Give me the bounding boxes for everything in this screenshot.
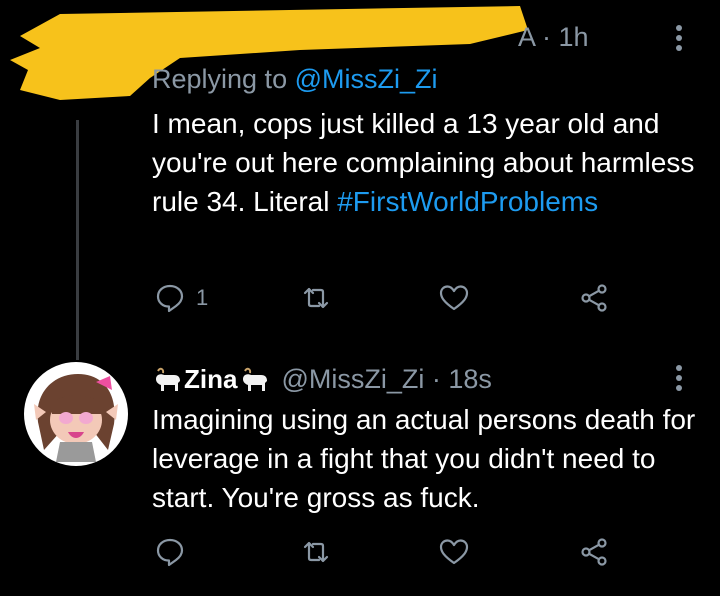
- replying-to: Replying to @MissZi_Zi: [152, 64, 438, 95]
- tweet1-retweet-button[interactable]: [300, 282, 332, 314]
- tweet2-text: Imagining using an actual persons death …: [152, 404, 696, 513]
- tweet2-more-button[interactable]: [668, 362, 690, 398]
- reply-icon: [156, 538, 184, 567]
- avatar[interactable]: [24, 362, 128, 466]
- tweet1-share-button[interactable]: [578, 282, 610, 314]
- heart-icon: [439, 285, 469, 311]
- share-icon: [581, 538, 607, 566]
- reply-icon: [156, 284, 184, 313]
- tweet2-retweet-button[interactable]: [300, 536, 332, 568]
- hashtag-link[interactable]: #FirstWorldProblems: [337, 186, 598, 217]
- share-icon: [581, 284, 607, 312]
- more-vertical-icon: [676, 25, 682, 51]
- retweet-icon: [303, 541, 329, 563]
- replying-handle-link[interactable]: @MissZi_Zi: [295, 64, 438, 94]
- tweet2-share-button[interactable]: [578, 536, 610, 568]
- tweet2-like-button[interactable]: [438, 536, 470, 568]
- goat-icon: [243, 367, 268, 391]
- replying-prefix: Replying to: [152, 64, 295, 94]
- heart-icon: [439, 539, 469, 565]
- tweet2-reply-button[interactable]: [154, 536, 186, 568]
- tweet1-more-button[interactable]: [668, 22, 690, 58]
- handle-time: @MissZi_Zi · 18s: [281, 364, 492, 394]
- retweet-icon: [303, 287, 329, 309]
- tweet1-meta: A · 1h: [518, 22, 589, 52]
- tweet1-reply-button[interactable]: 1: [154, 282, 208, 314]
- goat-icon: [156, 367, 180, 391]
- display-name[interactable]: Zina: [184, 364, 237, 395]
- more-vertical-icon: [676, 365, 682, 391]
- tweet1-like-button[interactable]: [438, 282, 470, 314]
- tweet1-text: I mean, cops just killed a 13 year old a…: [152, 104, 712, 221]
- reply-count: 1: [196, 285, 209, 310]
- tweet2-header: Zina @MissZi_Zi · 18s: [152, 364, 492, 395]
- thread-line: [76, 120, 79, 360]
